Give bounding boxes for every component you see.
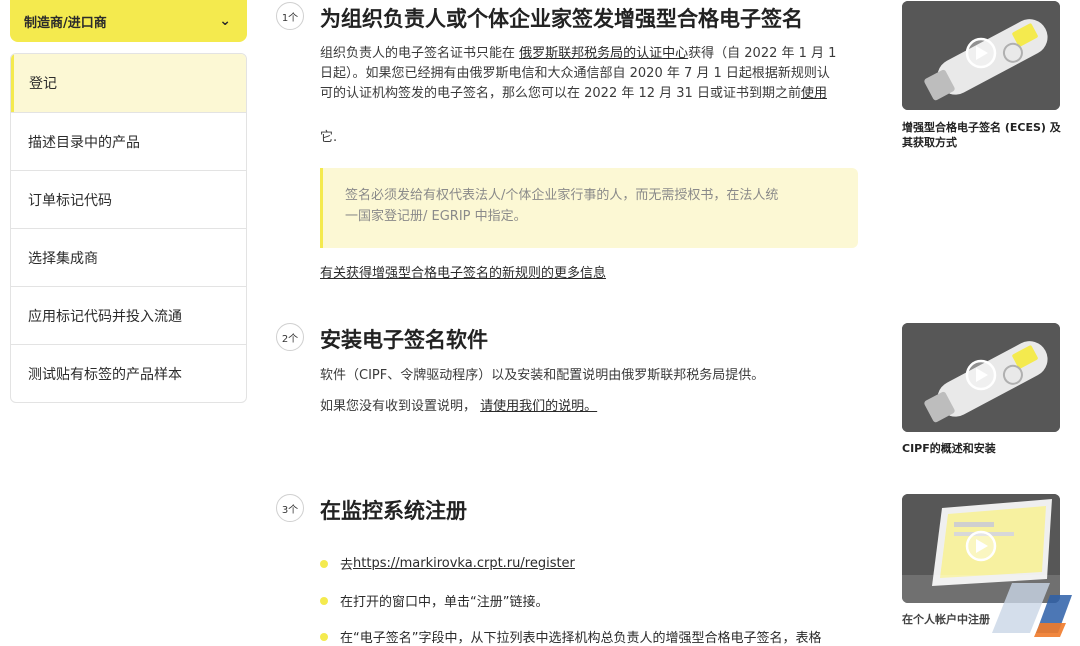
- list-item: 在“电子签名”字段中，从下拉列表中选择机构总负责人的增强型合格电子签名，表格: [320, 627, 821, 646]
- sidebar-item-test-samples[interactable]: 测试贴有标签的产品样本: [11, 344, 246, 402]
- video-caption[interactable]: 增强型合格电子签名 (ECES) 及其获取方式: [902, 120, 1062, 150]
- sidebar-item-registration[interactable]: 登记: [11, 54, 246, 112]
- text: 日起）。如果您已经拥有由俄罗斯电信和大众通信部自 2020 年 7 月 1 日起…: [320, 66, 830, 81]
- sidebar-item-order-codes[interactable]: 订单标记代码: [11, 170, 246, 228]
- text: 可的认证机构签发的电子签名，那么您可以在 2022 年 12 月 31 日或证书…: [320, 86, 801, 101]
- list-item: 去 https://markirovka.crpt.ru/register: [320, 554, 575, 573]
- usb-token-icon: [902, 323, 1060, 432]
- video-thumbnail-cipf[interactable]: [902, 323, 1060, 432]
- video-thumbnail-eces[interactable]: [902, 1, 1060, 110]
- list-item: 在打开的窗口中，单击“注册”链接。: [320, 591, 548, 610]
- step-title: 为组织负责人或个体企业家签发增强型合格电子签名: [320, 7, 803, 31]
- info-note: 签名必须发给有权代表法人/个体企业家行事的人，而无需授权书，在法人统 一国家登记…: [320, 168, 858, 248]
- bullet-icon: [320, 632, 328, 641]
- sidebar-item-describe-products[interactable]: 描述目录中的产品: [11, 112, 246, 170]
- note-line: 签名必须发给有权代表法人/个体企业家行事的人，而无需授权书，在法人统: [345, 188, 779, 203]
- role-select-label: 制造商/进口商: [24, 15, 107, 31]
- sidebar-item-label: 订单标记代码: [28, 192, 112, 209]
- sidebar-item-label: 选择集成商: [28, 250, 98, 267]
- side-nav: 登记 描述目录中的产品 订单标记代码 选择集成商 应用标记代码并投入流通 测试贴…: [10, 53, 247, 403]
- sidebar-item-choose-integrator[interactable]: 选择集成商: [11, 228, 246, 286]
- step-2-instructions: 如果您没有收到设置说明， 请使用我们的说明。: [320, 397, 860, 417]
- text: 在“电子签名”字段中，从下拉列表中选择机构总负责人的增强型合格电子签名，表格: [340, 631, 822, 646]
- video-caption[interactable]: CIPF的概述和安装: [902, 441, 1062, 456]
- step-number-badge: 1个: [276, 2, 304, 30]
- fns-certification-center-link[interactable]: 俄罗斯联邦税务局的认证中心: [519, 46, 688, 61]
- usb-token-icon: [902, 1, 1060, 110]
- text: 获得（自 2022 年 1 月 1: [688, 46, 837, 61]
- bullet-icon: [320, 559, 328, 568]
- watermark-logo: [900, 575, 1080, 643]
- text: 去: [340, 558, 354, 573]
- bullet-icon: [320, 596, 328, 605]
- sidebar-item-label: 登记: [29, 76, 57, 92]
- role-select[interactable]: 制造商/进口商 ⌄: [10, 0, 247, 42]
- text: 组织负责人的电子签名证书只能在: [320, 46, 520, 61]
- more-info-link[interactable]: 有关获得增强型合格电子签名的新规则的更多信息: [320, 266, 606, 281]
- our-instructions-link[interactable]: 请使用我们的说明。: [480, 399, 597, 414]
- step-title: 在监控系统注册: [320, 499, 467, 523]
- text: 它.: [320, 130, 338, 145]
- step-number-badge: 3个: [276, 494, 304, 522]
- text: 在打开的窗口中，单击“注册”链接。: [340, 595, 549, 610]
- sidebar-item-apply-codes[interactable]: 应用标记代码并投入流通: [11, 286, 246, 344]
- sidebar-item-label: 应用标记代码并投入流通: [28, 308, 182, 325]
- sidebar-item-label: 描述目录中的产品: [28, 134, 140, 151]
- chevron-down-icon: ⌄: [219, 13, 231, 29]
- step-number-badge: 2个: [276, 323, 304, 351]
- text: 如果您没有收到设置说明，: [320, 399, 477, 414]
- step-1-paragraph: 组织负责人的电子签名证书只能在 俄罗斯联邦税务局的认证中心获得（自 2022 年…: [320, 44, 860, 104]
- text: 软件（CIPF、令牌驱动程序）以及安装和配置说明由俄罗斯联邦税务局提供。: [320, 368, 765, 383]
- note-line: 一国家登记册/ EGRIP 中指定。: [345, 209, 527, 224]
- step-title: 安装电子签名软件: [320, 328, 488, 352]
- sidebar-item-label: 测试贴有标签的产品样本: [28, 366, 182, 383]
- use-link[interactable]: 使用: [801, 86, 827, 101]
- register-url-link[interactable]: https://markirovka.crpt.ru/register: [353, 556, 575, 571]
